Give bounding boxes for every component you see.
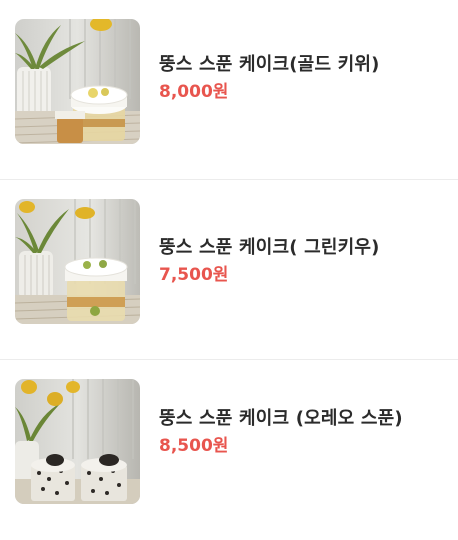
product-name[interactable]: 뚱스 스푼 케이크( 그린키우): [159, 235, 444, 260]
product-item-oreo[interactable]: 뚱스 스푼 케이크 (오레오 스푼) 8,500원: [0, 360, 458, 540]
product-price: 7,500원: [159, 265, 229, 285]
product-image-gold-kiwi[interactable]: [15, 19, 140, 144]
product-name[interactable]: 뚱스 스푼 케이크 (오레오 스푼): [159, 406, 444, 431]
product-item-green-kiwi[interactable]: 뚱스 스푼 케이크( 그린키우) 7,500원: [0, 180, 458, 360]
product-item-gold-kiwi[interactable]: 뚱스 스푼 케이크(골드 키위) 8,000원: [0, 0, 458, 180]
product-info: 뚱스 스푼 케이크 (오레오 스푼) 8,500원: [159, 406, 444, 457]
product-image-oreo[interactable]: [15, 379, 140, 504]
product-price: 8,500원: [159, 436, 229, 456]
product-list: 뚱스 스푼 케이크(골드 키위) 8,000원 뚱스 스푼 케이크(그린키우)…: [0, 0, 458, 540]
product-info: 뚱스 스푼 케이크(골드 키위) 8,000원: [159, 52, 444, 103]
product-image-green-kiwi[interactable]: [15, 199, 140, 324]
product-price: 8,000원: [159, 82, 229, 102]
product-info: 뚱스 스푼 케이크( 그린키우) 7,500원: [159, 235, 444, 286]
product-name[interactable]: 뚱스 스푼 케이크(골드 키위): [159, 52, 444, 77]
